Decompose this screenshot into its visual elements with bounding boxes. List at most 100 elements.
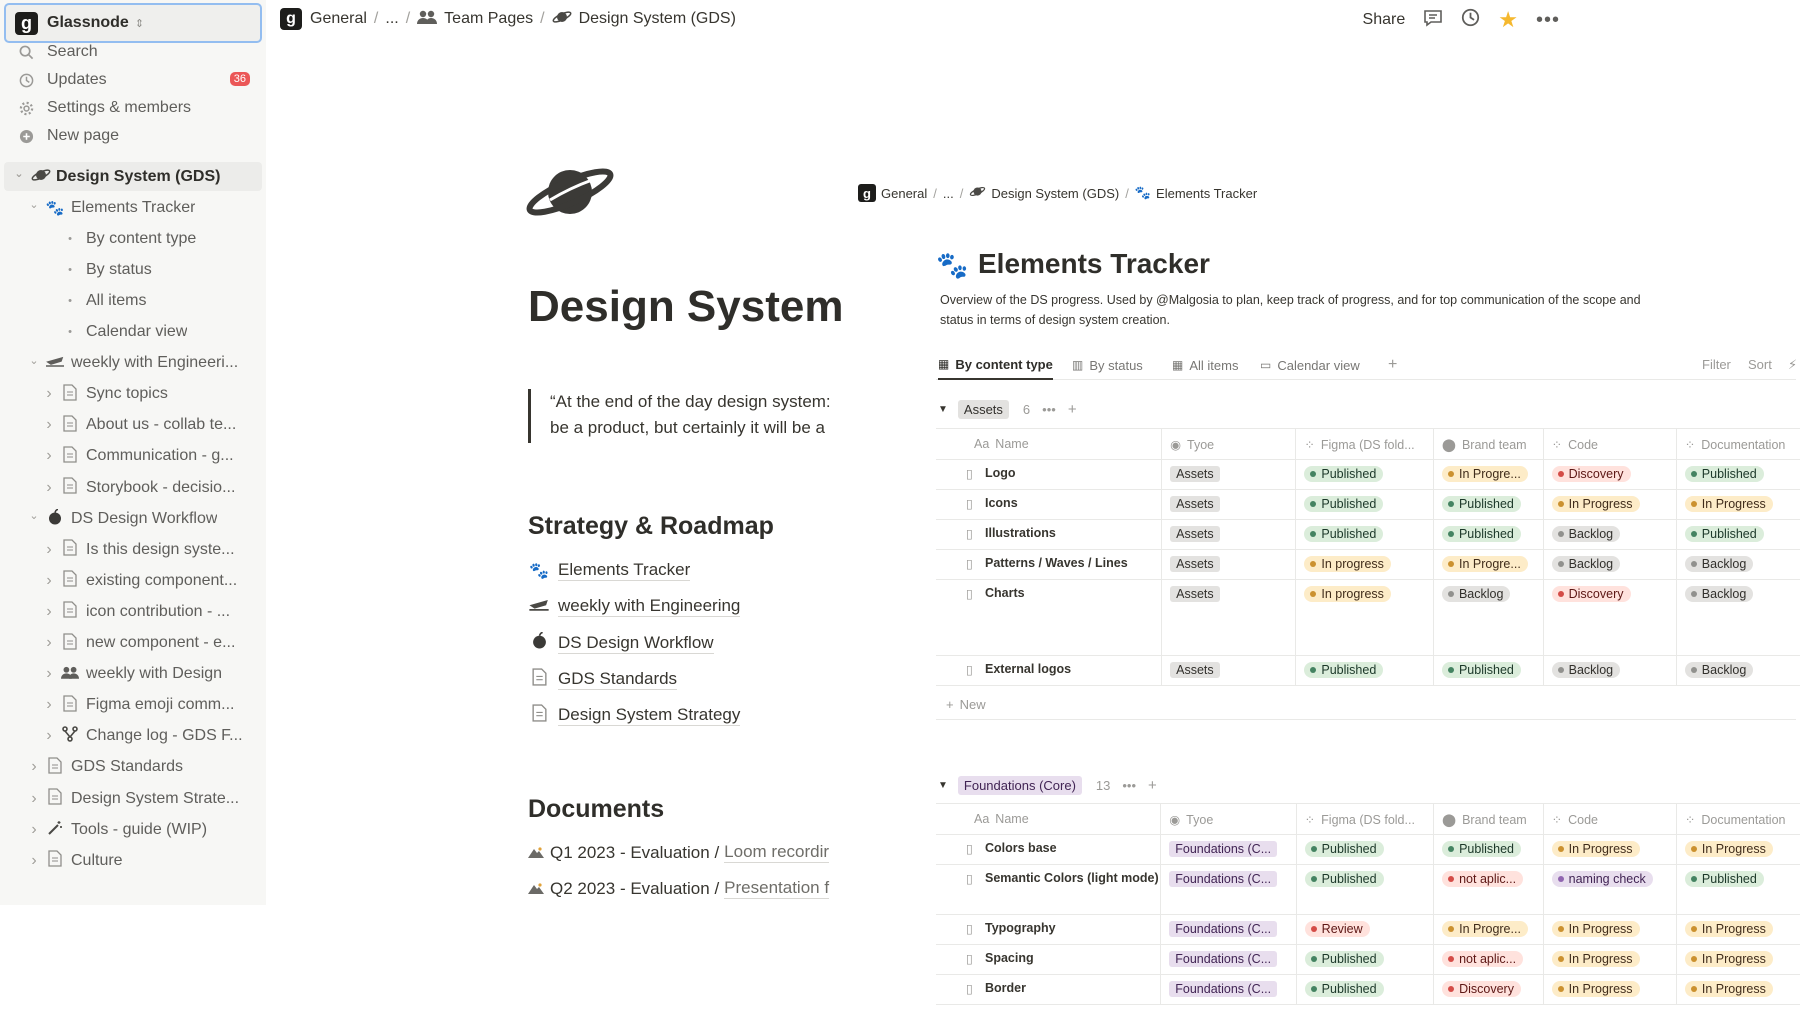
sidebar-tree-item[interactable]: › icon contribution - ...: [4, 597, 262, 626]
figma-cell[interactable]: In progress: [1295, 549, 1434, 580]
figma-cell[interactable]: In progress: [1295, 579, 1434, 656]
crumb-design-system[interactable]: Design System (GDS): [991, 186, 1119, 201]
sidebar-tree-item[interactable]: › Culture: [4, 846, 262, 875]
documentation-cell[interactable]: Published: [1675, 459, 1800, 490]
sort-button[interactable]: Sort: [1748, 357, 1772, 372]
type-cell[interactable]: Foundations (C...: [1160, 944, 1297, 975]
figma-cell[interactable]: Published: [1295, 944, 1434, 975]
documentation-cell[interactable]: Published: [1675, 519, 1800, 550]
table-row[interactable]: ▯ Icons Assets Published Published In Progres…: [936, 489, 1800, 520]
chevron-right-icon[interactable]: ›: [42, 572, 56, 590]
tab-calendar-view[interactable]: ▭ Calendar view: [1260, 350, 1360, 380]
crumb-ellipsis[interactable]: ...: [385, 10, 398, 28]
collapse-triangle-icon[interactable]: ▼: [938, 404, 948, 415]
column-header[interactable]: ⬤ Brand team: [1433, 803, 1544, 835]
crumb-elements-tracker[interactable]: Elements Tracker: [1156, 186, 1257, 201]
page-link[interactable]: weekly with Engineering: [528, 596, 741, 617]
chevron-right-icon[interactable]: ›: [27, 821, 41, 839]
sidebar-tree-item[interactable]: › weekly with Design: [4, 660, 262, 689]
brand-cell[interactable]: Published: [1433, 834, 1544, 865]
table-row[interactable]: ▯ Colors base Foundations (C... Published Pu…: [936, 834, 1800, 865]
column-header[interactable]: ⬤ Brand team: [1432, 428, 1544, 460]
figma-cell[interactable]: Published: [1295, 519, 1434, 550]
star-favorite-icon[interactable]: ★: [1498, 7, 1518, 33]
column-header[interactable]: ◉ Tyoe: [1161, 428, 1296, 460]
chevron-right-icon[interactable]: ›: [42, 416, 56, 434]
sidebar-tree-item[interactable]: ⌄ DS Design Workflow: [4, 504, 262, 533]
chevron-down-icon[interactable]: ⌄: [12, 167, 26, 180]
chevron-right-icon[interactable]: ›: [42, 603, 56, 621]
sidebar-tree-item[interactable]: › Design System Strate...: [4, 784, 262, 813]
name-cell[interactable]: ▯ Charts: [936, 579, 1162, 656]
page-link[interactable]: 🐾 Elements Tracker: [528, 560, 691, 581]
code-cell[interactable]: Backlog: [1542, 549, 1677, 580]
sidebar-tree-item[interactable]: ⌄ 🐾 Elements Tracker: [4, 193, 262, 222]
chevron-right-icon[interactable]: ›: [42, 727, 56, 745]
table-row[interactable]: ▯ Logo Assets Published In Progre... Discover…: [936, 459, 1800, 490]
type-cell[interactable]: Foundations (C...: [1160, 864, 1297, 915]
page-link[interactable]: GDS Standards: [528, 668, 678, 691]
tab-all-items[interactable]: ▦ All items: [1172, 350, 1238, 380]
code-cell[interactable]: In Progress: [1542, 914, 1677, 945]
sidebar-tree-item[interactable]: • Calendar view: [4, 318, 262, 347]
documentation-cell[interactable]: In Progress: [1675, 834, 1800, 865]
page-link[interactable]: Design System Strategy: [528, 704, 741, 727]
code-cell[interactable]: naming check: [1542, 864, 1677, 915]
code-cell[interactable]: In Progress: [1542, 489, 1677, 520]
filter-button[interactable]: Filter: [1702, 357, 1731, 372]
table-row[interactable]: ▯ External logos Assets Published Published B…: [936, 655, 1800, 686]
figma-cell[interactable]: Review: [1295, 914, 1434, 945]
crumb-general[interactable]: General: [310, 10, 367, 28]
sidebar-tree-item[interactable]: › Is this design syste...: [4, 535, 262, 564]
sidebar-tree-item[interactable]: › existing component...: [4, 566, 262, 595]
documentation-cell[interactable]: Backlog: [1675, 655, 1800, 686]
column-header[interactable]: ⁘ Figma (DS fold...: [1295, 428, 1434, 460]
sidebar-tree-item[interactable]: • By content type: [4, 224, 262, 253]
more-options-icon[interactable]: •••: [1536, 9, 1560, 32]
crumb-ellipsis[interactable]: ...: [943, 186, 954, 201]
share-button[interactable]: Share: [1363, 11, 1406, 29]
column-header[interactable]: ⁘ Documentation: [1675, 803, 1800, 835]
documentation-cell[interactable]: In Progress: [1675, 974, 1800, 1005]
sidebar-tree-item[interactable]: › About us - collab te...: [4, 411, 262, 440]
column-header[interactable]: ⁘ Documentation: [1675, 428, 1800, 460]
page-icon-planet[interactable]: [526, 160, 616, 229]
column-header[interactable]: ⁘ Code: [1542, 803, 1677, 835]
chevron-right-icon[interactable]: ›: [42, 385, 56, 403]
page-link[interactable]: DS Design Workflow: [528, 631, 714, 654]
type-cell[interactable]: Assets: [1161, 489, 1296, 520]
chevron-right-icon[interactable]: ›: [42, 479, 56, 497]
tab-by-content-type[interactable]: ▦ By content type: [938, 350, 1053, 380]
type-cell[interactable]: Assets: [1161, 655, 1296, 686]
tab-by-status[interactable]: ▥ By status: [1072, 350, 1143, 380]
document-link[interactable]: Q2 2023 - Evaluation / Presentation f: [528, 878, 830, 899]
table-row[interactable]: ▯ Typography Foundations (C... Review In Pro…: [936, 914, 1800, 945]
type-cell[interactable]: Assets: [1161, 459, 1296, 490]
code-cell[interactable]: Discovery: [1542, 579, 1677, 656]
chevron-right-icon[interactable]: ›: [42, 541, 56, 559]
sidebar-tree-item[interactable]: • By status: [4, 255, 262, 284]
table-row[interactable]: ▯ Semantic Colors (light mode) Foundations…: [936, 864, 1800, 915]
chevron-right-icon[interactable]: ›: [42, 447, 56, 465]
column-header[interactable]: Aa Name: [936, 428, 1162, 460]
figma-cell[interactable]: Published: [1295, 834, 1434, 865]
chevron-down-icon[interactable]: ⌄: [27, 198, 41, 211]
documentation-cell[interactable]: Published: [1675, 864, 1800, 915]
name-cell[interactable]: ▯ Colors base: [936, 834, 1161, 865]
new-row-button[interactable]: + New: [936, 689, 1796, 720]
figma-cell[interactable]: Published: [1295, 655, 1434, 686]
name-cell[interactable]: ▯ Semantic Colors (light mode): [936, 864, 1161, 915]
group-header[interactable]: ▼ Foundations (Core) 13 ••• +: [938, 776, 1157, 795]
type-cell[interactable]: Foundations (C...: [1160, 974, 1297, 1005]
sidebar-tree-item[interactable]: ⌄ Design System (GDS): [4, 162, 262, 191]
name-cell[interactable]: ▯ Logo: [936, 459, 1162, 490]
brand-cell[interactable]: Published: [1432, 519, 1544, 550]
sidebar-tree-item[interactable]: › Communication - g...: [4, 442, 262, 471]
collapse-triangle-icon[interactable]: ▼: [938, 780, 948, 791]
type-cell[interactable]: Foundations (C...: [1160, 914, 1297, 945]
figma-cell[interactable]: Published: [1295, 974, 1434, 1005]
sidebar-tree-item[interactable]: ⌄ weekly with Engineeri...: [4, 349, 262, 378]
crumb-general[interactable]: General: [881, 186, 927, 201]
document-link[interactable]: Q1 2023 - Evaluation / Loom recordir: [528, 842, 830, 863]
brand-cell[interactable]: Published: [1432, 655, 1544, 686]
